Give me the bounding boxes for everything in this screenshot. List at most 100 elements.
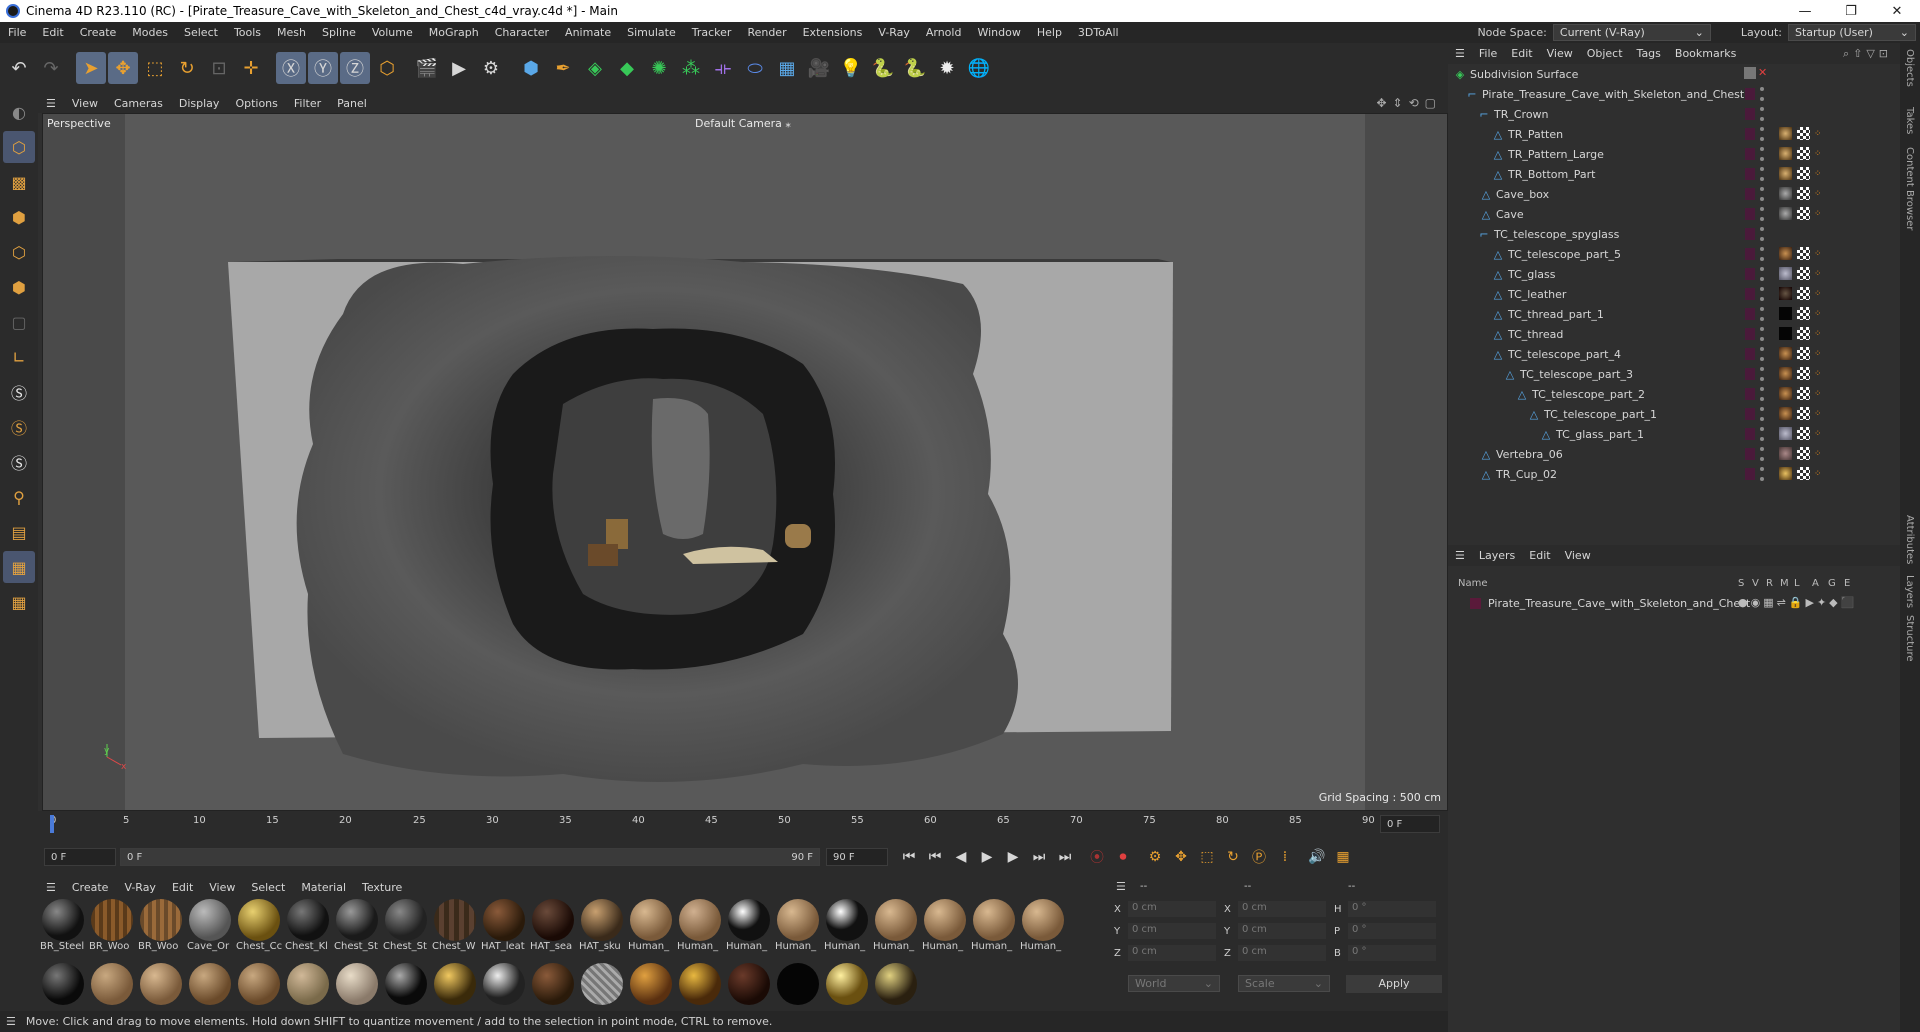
snap-icon[interactable]: Ⓢ bbox=[3, 376, 35, 408]
material-item[interactable]: Human_ bbox=[775, 899, 821, 952]
om-menu-file[interactable]: File bbox=[1472, 47, 1504, 60]
menu-simulate[interactable]: Simulate bbox=[619, 26, 684, 39]
material-item[interactable]: Chest_Kl bbox=[285, 899, 331, 952]
vray-tag-icon[interactable]: ⁘ bbox=[1814, 429, 1822, 439]
checkmark-icon[interactable] bbox=[1744, 67, 1756, 79]
material-tag-icon[interactable] bbox=[1779, 287, 1792, 300]
vp-menu-cameras[interactable]: Cameras bbox=[106, 97, 171, 110]
subdivision-icon[interactable]: ◈ bbox=[580, 52, 610, 84]
layer-row[interactable]: Pirate_Treasure_Cave_with_Skeleton_and_C… bbox=[1448, 595, 1900, 613]
extrude-icon[interactable]: ◆ bbox=[612, 52, 642, 84]
camera-label[interactable]: Default Camera ⁎ bbox=[695, 117, 791, 130]
vp-menu-display[interactable]: Display bbox=[171, 97, 228, 110]
rotation-p-field[interactable]: 0 ° bbox=[1348, 923, 1436, 939]
camera-icon[interactable]: 🎥 bbox=[804, 52, 834, 84]
texture-tag-icon[interactable] bbox=[1797, 287, 1810, 300]
tab-attributes[interactable]: Attributes bbox=[1904, 515, 1915, 564]
menu-animate[interactable]: Animate bbox=[557, 26, 619, 39]
render-settings-icon[interactable]: ⚙ bbox=[476, 52, 506, 84]
snap-workplane-icon[interactable]: Ⓢ bbox=[3, 446, 35, 478]
object-row[interactable]: △ TC_telescope_part_2 ⁘ bbox=[1448, 384, 1900, 404]
object-row[interactable]: ⌐ TR_Crown bbox=[1448, 104, 1900, 124]
key-parameter-icon[interactable]: Ⓟ bbox=[1246, 844, 1272, 870]
close-button[interactable]: ✕ bbox=[1874, 0, 1920, 22]
object-row[interactable]: △ TC_telescope_part_1 ⁘ bbox=[1448, 404, 1900, 424]
tab-layers[interactable]: Layers bbox=[1904, 575, 1915, 608]
render-view-icon[interactable]: 🎬 bbox=[412, 52, 442, 84]
position-z-field[interactable]: 0 cm bbox=[1128, 945, 1216, 961]
layer-menu-layers[interactable]: Layers bbox=[1472, 549, 1522, 562]
object-row[interactable]: △ TC_glass ⁘ bbox=[1448, 264, 1900, 284]
menu-create[interactable]: Create bbox=[72, 26, 125, 39]
material-tag-icon[interactable] bbox=[1779, 427, 1792, 440]
tab-takes[interactable]: Takes bbox=[1904, 107, 1915, 134]
texture-tag-icon[interactable] bbox=[1797, 247, 1810, 260]
material-item[interactable] bbox=[726, 963, 772, 1005]
vray-tag-icon[interactable]: ⁘ bbox=[1814, 409, 1822, 419]
visibility-dots[interactable] bbox=[1760, 287, 1765, 301]
material-item[interactable]: Chest_St bbox=[383, 899, 429, 952]
visibility-dots[interactable] bbox=[1760, 347, 1765, 361]
mat-menu-select[interactable]: Select bbox=[243, 881, 293, 894]
light-icon[interactable]: 💡 bbox=[836, 52, 866, 84]
points-mode-icon[interactable]: ⬢ bbox=[3, 201, 35, 233]
floor-icon[interactable]: ▦ bbox=[772, 52, 802, 84]
layers-hamburger-icon[interactable]: ☰ bbox=[1448, 549, 1472, 562]
material-item[interactable] bbox=[677, 963, 723, 1005]
current-frame-field[interactable]: 0 F bbox=[1380, 815, 1440, 833]
material-item[interactable] bbox=[236, 963, 282, 1005]
mat-menu-texture[interactable]: Texture bbox=[354, 881, 410, 894]
sound-icon[interactable]: 🔊 bbox=[1304, 844, 1330, 870]
visibility-dots[interactable] bbox=[1760, 127, 1765, 141]
layer-menu-edit[interactable]: Edit bbox=[1522, 549, 1557, 562]
menu-file[interactable]: File bbox=[0, 26, 34, 39]
om-menu-tags[interactable]: Tags bbox=[1630, 47, 1668, 60]
menu-tools[interactable]: Tools bbox=[226, 26, 269, 39]
end-frame-field[interactable]: 90 F bbox=[826, 848, 888, 866]
material-item[interactable]: Chest_Cc bbox=[236, 899, 282, 952]
material-item[interactable] bbox=[89, 963, 135, 1005]
playhead[interactable] bbox=[50, 815, 54, 833]
visibility-dots[interactable] bbox=[1760, 187, 1765, 201]
key-position-icon[interactable]: ✥ bbox=[1168, 844, 1194, 870]
menu-arnold[interactable]: Arnold bbox=[918, 26, 970, 39]
rotation-b-field[interactable]: 0 ° bbox=[1348, 945, 1436, 961]
layout-dropdown[interactable]: Startup (User) ⌄ bbox=[1788, 24, 1916, 41]
material-item[interactable]: BR_Woo bbox=[138, 899, 184, 952]
python-script-icon[interactable]: 🐍 bbox=[900, 52, 930, 84]
visibility-dots[interactable] bbox=[1760, 367, 1765, 381]
rotate-tool-icon[interactable]: ↻ bbox=[172, 52, 202, 84]
material-tag-icon[interactable] bbox=[1779, 347, 1792, 360]
material-item[interactable]: Chest_St bbox=[334, 899, 380, 952]
texture-tag-icon[interactable] bbox=[1797, 427, 1810, 440]
visibility-dots[interactable] bbox=[1760, 207, 1765, 221]
object-row[interactable]: △ TR_Bottom_Part ⁘ bbox=[1448, 164, 1900, 184]
undo-icon[interactable]: ↶ bbox=[4, 52, 34, 84]
status-hamburger-icon[interactable]: ☰ bbox=[0, 1015, 26, 1028]
material-tag-icon[interactable] bbox=[1779, 267, 1792, 280]
vray-tag-icon[interactable]: ⁘ bbox=[1814, 449, 1822, 459]
pen-spline-icon[interactable]: ✒ bbox=[548, 52, 578, 84]
material-item[interactable]: Human_ bbox=[677, 899, 723, 952]
om-search-icons[interactable]: ⌕⇧▽⊡ bbox=[1843, 47, 1892, 61]
visibility-dots[interactable] bbox=[1760, 447, 1765, 461]
texture-tag-icon[interactable] bbox=[1797, 127, 1810, 140]
uv-mode-icon[interactable]: ▢ bbox=[3, 306, 35, 338]
deformer-icon[interactable]: ⟛ bbox=[708, 52, 738, 84]
material-item[interactable]: BR_Steel bbox=[40, 899, 86, 952]
vray-tag-icon[interactable]: ⁘ bbox=[1814, 169, 1822, 179]
frame-range-slider[interactable]: 0 F 90 F bbox=[120, 848, 820, 866]
material-item[interactable] bbox=[873, 963, 919, 1005]
tab-structure[interactable]: Structure bbox=[1904, 615, 1915, 662]
texture-tag-icon[interactable] bbox=[1797, 467, 1810, 480]
object-row[interactable]: ⌐ TC_telescope_spyglass bbox=[1448, 224, 1900, 244]
world-dropdown[interactable]: World ⌄ bbox=[1128, 975, 1220, 992]
vray-tag-icon[interactable]: ⁘ bbox=[1814, 469, 1822, 479]
play-icon[interactable]: ▶ bbox=[974, 844, 1000, 870]
vray-tag-icon[interactable]: ⁘ bbox=[1814, 369, 1822, 379]
polygons-mode-icon[interactable]: ⬢ bbox=[3, 271, 35, 303]
material-item[interactable] bbox=[824, 963, 870, 1005]
texture-tag-icon[interactable] bbox=[1797, 147, 1810, 160]
menu-render[interactable]: Render bbox=[739, 26, 794, 39]
material-item[interactable] bbox=[481, 963, 527, 1005]
